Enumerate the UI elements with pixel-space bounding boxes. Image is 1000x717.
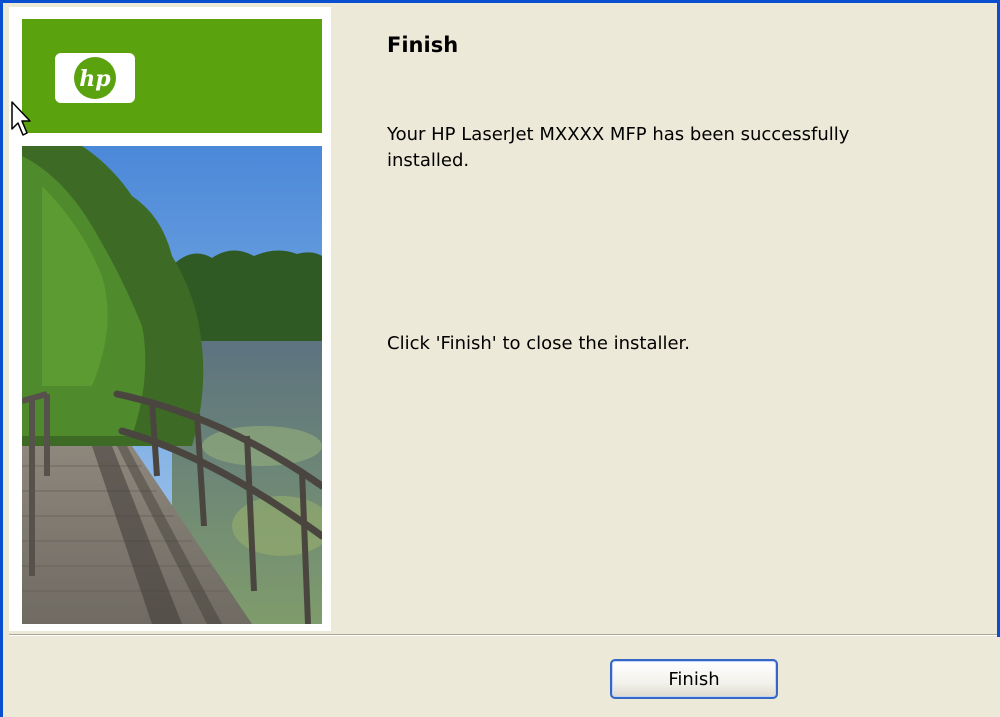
page-title: Finish <box>387 33 459 57</box>
installer-window: hp Finish Your HP LaserJet MXXXX MFP has… <box>0 0 1000 717</box>
content-panel: Finish Your HP LaserJet MXXXX MFP has be… <box>331 7 997 631</box>
mouse-pointer-icon <box>11 101 33 137</box>
hp-logo-band: hp <box>22 19 322 133</box>
hp-logo: hp <box>55 53 135 103</box>
success-message: Your HP LaserJet MXXXX MFP has been succ… <box>387 124 850 171</box>
button-bar: Finish <box>6 637 1000 717</box>
boardwalk-photo <box>22 146 322 624</box>
finish-button[interactable]: Finish <box>610 659 778 699</box>
footer-divider <box>9 634 997 636</box>
side-banner: hp <box>9 7 331 631</box>
svg-text:hp: hp <box>79 66 111 92</box>
close-instruction: Click 'Finish' to close the installer. <box>387 333 691 354</box>
